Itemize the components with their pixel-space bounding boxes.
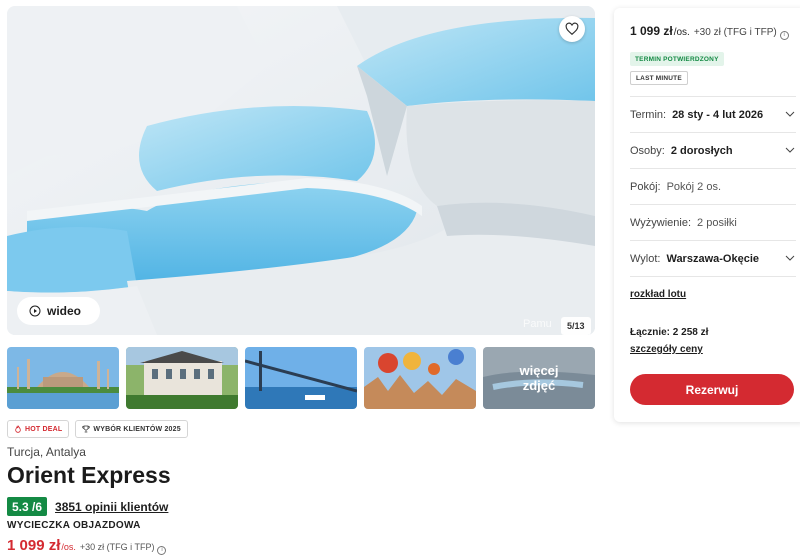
offer-price-row: 1 099 zł /os. +30 zł (TFG i TFP) i bbox=[7, 537, 167, 555]
book-button[interactable]: Rezerwuj bbox=[630, 374, 794, 405]
chevron-down-icon bbox=[785, 147, 795, 153]
hot-deal-label: HOT DEAL bbox=[25, 425, 63, 433]
persons-selector[interactable]: Osoby: 2 dorosłych bbox=[630, 132, 796, 168]
flight-schedule-link[interactable]: rozkład lotu bbox=[630, 289, 686, 300]
departure-value: Warszawa-Okęcie bbox=[666, 252, 759, 265]
pamukkale-terraces-image bbox=[7, 6, 595, 335]
board-label: Wyżywienie: bbox=[630, 216, 692, 229]
panel-price: 1 099 zł bbox=[630, 24, 673, 38]
video-label: wideo bbox=[47, 304, 82, 318]
mosque-thumbnail-image bbox=[7, 347, 119, 409]
room-row: Pokój: Pokój 2 os. bbox=[630, 168, 796, 204]
video-button[interactable]: wideo bbox=[17, 297, 100, 325]
thumbnail-bridge[interactable] bbox=[245, 347, 357, 409]
hot-deal-badge: HOT DEAL bbox=[7, 420, 70, 438]
persons-value: 2 dorosłych bbox=[670, 144, 733, 157]
offer-per-person: /os. bbox=[61, 542, 76, 552]
panel-per-person: /os. bbox=[673, 27, 690, 38]
main-photo[interactable]: wideo Pamu 5/13 bbox=[7, 6, 595, 335]
balloons-thumbnail-image bbox=[364, 347, 476, 409]
play-icon bbox=[29, 305, 41, 317]
term-selector[interactable]: Termin: 28 sty - 4 lut 2026 bbox=[630, 96, 796, 132]
persons-label: Osoby: bbox=[630, 144, 665, 157]
panel-price-row: 1 099 zł /os. +30 zł (TFG i TFP) i bbox=[630, 24, 789, 40]
rating-score: 5.3 /6 bbox=[7, 497, 48, 516]
more-photos-label: więcej zdjęć bbox=[519, 363, 559, 393]
term-confirmed-tag: TERMIN POTWIERDZONY bbox=[630, 52, 724, 66]
term-label: Termin: bbox=[630, 108, 667, 121]
offer-title: Orient Express bbox=[7, 462, 171, 488]
offer-price: 1 099 zł bbox=[7, 537, 61, 554]
reviews-link[interactable]: 3851 opinii klientów bbox=[55, 500, 168, 514]
heart-icon bbox=[565, 22, 579, 36]
departure-label: Wylot: bbox=[630, 252, 661, 265]
customer-choice-label: WYBÓR KLIENTÓW 2025 bbox=[93, 425, 181, 433]
trip-type: WYCIECZKA OBJAZDOWA bbox=[7, 520, 141, 531]
info-icon[interactable]: i bbox=[157, 545, 167, 555]
room-value: Pokój 2 os. bbox=[666, 180, 721, 193]
more-photos-button[interactable]: więcej zdjęć bbox=[483, 347, 595, 409]
trophy-icon bbox=[82, 425, 91, 433]
thumbnail-palace[interactable] bbox=[126, 347, 238, 409]
price-details-link[interactable]: szczegóły ceny bbox=[630, 344, 703, 355]
info-icon[interactable]: i bbox=[779, 30, 789, 40]
photo-watermark: Pamu bbox=[523, 318, 552, 330]
thumbnail-strip: więcej zdjęć bbox=[7, 347, 595, 409]
bridge-thumbnail-image bbox=[245, 347, 357, 409]
divider bbox=[630, 276, 796, 277]
offer-badges: HOT DEAL WYBÓR KLIENTÓW 2025 bbox=[7, 420, 188, 438]
offer-location: Turcja, Antalya bbox=[7, 445, 86, 459]
palace-thumbnail-image bbox=[126, 347, 238, 409]
chevron-down-icon bbox=[785, 255, 795, 261]
photo-counter: 5/13 bbox=[561, 317, 591, 335]
thumbnail-balloons[interactable] bbox=[364, 347, 476, 409]
term-value: 28 sty - 4 lut 2026 bbox=[672, 108, 764, 121]
customer-choice-badge: WYBÓR KLIENTÓW 2025 bbox=[75, 420, 188, 438]
room-label: Pokój: bbox=[630, 180, 661, 193]
departure-selector[interactable]: Wylot: Warszawa-Okęcie bbox=[630, 240, 796, 276]
panel-extra-fee: +30 zł (TFG i TFP) bbox=[693, 27, 777, 38]
total-price: Łącznie: 2 258 zł bbox=[630, 327, 709, 338]
thumbnail-mosque[interactable] bbox=[7, 347, 119, 409]
rating-row: 5.3 /6 3851 opinii klientów bbox=[7, 497, 168, 516]
chevron-down-icon bbox=[785, 111, 795, 117]
booking-panel: 1 099 zł /os. +30 zł (TFG i TFP) i TERMI… bbox=[614, 8, 800, 422]
favorite-button[interactable] bbox=[559, 16, 585, 42]
board-row: Wyżywienie: 2 posiłki bbox=[630, 204, 796, 240]
flame-icon bbox=[15, 425, 21, 433]
offer-extra-fee: +30 zł (TFG i TFP) bbox=[79, 542, 155, 552]
board-value: 2 posiłki bbox=[697, 216, 737, 229]
last-minute-tag: LAST MINUTE bbox=[630, 71, 688, 85]
